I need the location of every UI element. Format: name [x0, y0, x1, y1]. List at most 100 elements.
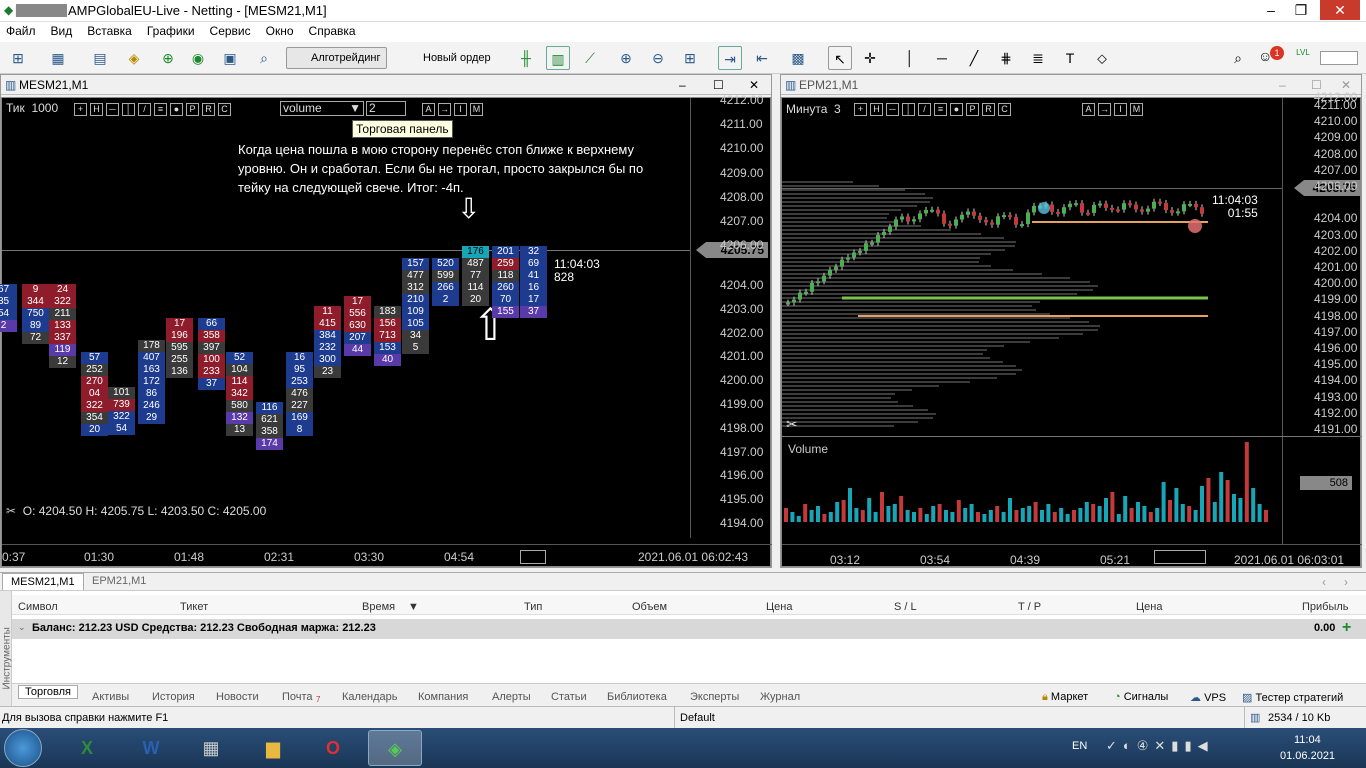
chart-shift-icon[interactable]: ⇤ — [750, 46, 774, 70]
zoom-out-icon[interactable]: ⊖ — [646, 46, 670, 70]
chart-tab-mesm21[interactable]: MESM21,M1 — [2, 573, 84, 590]
data-window-icon[interactable]: ⊕ — [156, 46, 180, 70]
left-chart-close[interactable]: ✕ — [749, 75, 759, 95]
signals-icon[interactable]: ◉ — [186, 46, 210, 70]
col-price[interactable]: Цена — [766, 601, 792, 613]
exit-marker[interactable] — [1188, 219, 1202, 233]
add-icon[interactable]: + — [1342, 619, 1351, 637]
trendline-icon[interactable]: ╱ — [962, 46, 986, 70]
menu-help[interactable]: Справка — [303, 22, 365, 38]
col-symbol[interactable]: Символ — [18, 601, 58, 613]
c-tool-icon[interactable]: C — [218, 103, 231, 116]
left-chart-canvas[interactable]: Тик 1000 + H ─ │ / ≡ ● P R C volume ▼ 2 A → I M Торго… — [1, 97, 771, 567]
right-chart-minimize[interactable]: – — [1279, 75, 1286, 95]
m-tool-icon[interactable]: M — [470, 103, 483, 116]
minimize-button[interactable]: – — [1258, 0, 1284, 20]
plus-tool-icon[interactable]: + — [74, 103, 87, 116]
horizontal-line-icon[interactable]: ─ — [930, 46, 954, 70]
cursor-icon[interactable]: ↖ — [828, 46, 852, 70]
shapes-icon[interactable]: ⬦ — [1090, 46, 1114, 70]
navigator-icon[interactable]: ◈ — [122, 46, 146, 70]
tab-company[interactable]: Компания — [418, 691, 468, 703]
right-scroll-box[interactable] — [1154, 550, 1206, 564]
tools-icon[interactable]: ✂ — [6, 504, 16, 518]
profiles-icon[interactable]: ▦ — [46, 46, 70, 70]
tab-journal[interactable]: Журнал — [760, 691, 800, 703]
menu-insert[interactable]: Вставка — [81, 22, 141, 38]
tools-icon[interactable]: ✂ — [786, 416, 798, 433]
fibo-tool-icon[interactable]: ≡ — [154, 103, 167, 116]
tray-icons[interactable]: ✓◐④✕▮▮◀ — [1106, 738, 1214, 754]
crosshair-icon[interactable]: ✛ — [858, 46, 882, 70]
left-chart-maximize[interactable]: ☐ — [713, 75, 724, 95]
market-link[interactable]: 🔒︎ Маркет — [1042, 691, 1088, 704]
right-chart-canvas[interactable]: Минута 3 + H ─ │ / ≡ ● P R C A → I M 4205.75 11:04:0… — [781, 97, 1361, 567]
clock-time[interactable]: 11:04 — [1294, 734, 1321, 746]
panel-number[interactable]: 2 — [366, 101, 406, 116]
start-button[interactable] — [4, 729, 42, 767]
panel-select[interactable]: volume ▼ — [280, 101, 364, 116]
clock-date[interactable]: 01.06.2021 — [1280, 750, 1335, 762]
bar-chart-icon[interactable]: ╫ — [514, 46, 538, 70]
algo-trading-button[interactable]: Алготрейдинг — [286, 47, 387, 69]
account-box[interactable] — [1320, 51, 1358, 65]
r-tool-icon[interactable]: R — [202, 103, 215, 116]
left-scroll-box[interactable] — [520, 550, 546, 564]
tab-trade[interactable]: Торговля — [18, 685, 78, 699]
tab-experts[interactable]: Эксперты — [690, 691, 739, 703]
a-tool-icon[interactable]: A — [422, 103, 435, 116]
excel-icon[interactable]: X — [60, 730, 114, 766]
col-time[interactable]: Время — [362, 601, 395, 613]
restore-button[interactable]: ❐ — [1288, 0, 1314, 20]
dash-tool-icon[interactable]: ─ — [106, 103, 119, 116]
indicators-icon[interactable]: ▩ — [786, 46, 810, 70]
chart-tab-epm21[interactable]: EPM21,M1 — [92, 575, 146, 587]
explorer-icon[interactable]: ▆ — [246, 730, 300, 766]
tab-assets[interactable]: Активы — [92, 691, 129, 703]
tab-history[interactable]: История — [152, 691, 195, 703]
slash-tool-icon[interactable]: / — [138, 103, 151, 116]
col-type[interactable]: Тип — [524, 601, 542, 613]
opera-icon[interactable]: O — [306, 730, 360, 766]
market-watch-icon[interactable]: ▤ — [88, 46, 112, 70]
h-tool-icon[interactable]: H — [90, 103, 103, 116]
col-price-current[interactable]: Цена — [1136, 601, 1162, 613]
line-chart-icon[interactable]: ⟋ — [578, 46, 602, 70]
terminal-icon[interactable]: ▣ — [218, 46, 242, 70]
tab-scroll-left-icon[interactable]: ‹ — [1322, 575, 1326, 589]
arrow-tool-icon[interactable]: → — [438, 103, 451, 116]
vline-tool-icon[interactable]: │ — [122, 103, 135, 116]
circle-tool-icon[interactable]: ● — [170, 103, 183, 116]
tab-articles[interactable]: Статьи — [551, 691, 587, 703]
col-volume[interactable]: Объем — [632, 601, 667, 613]
tab-scroll-right-icon[interactable]: › — [1344, 575, 1348, 589]
left-chart-minimize[interactable]: – — [679, 75, 686, 95]
col-profit[interactable]: Прибыль — [1302, 601, 1349, 613]
vps-link[interactable]: ☁ VPS — [1190, 691, 1226, 704]
tester-link[interactable]: ▨ Тестер стратегий — [1242, 691, 1343, 704]
entry-marker[interactable] — [1038, 202, 1050, 214]
menu-tools[interactable]: Сервис — [204, 22, 260, 38]
calculator-icon[interactable]: ▦ — [184, 730, 238, 766]
text-icon[interactable]: T — [1058, 46, 1082, 70]
close-button[interactable]: ✕ — [1320, 0, 1360, 20]
col-ticket[interactable]: Тикет — [180, 601, 208, 613]
tester-icon[interactable]: ⌕ — [252, 46, 276, 70]
tile-windows-icon[interactable]: ⊞ — [678, 46, 702, 70]
word-icon[interactable]: W — [124, 730, 178, 766]
new-order-button[interactable]: Новый ордер — [398, 47, 498, 69]
language-indicator[interactable]: EN — [1072, 740, 1087, 752]
menu-file[interactable]: Файл — [0, 22, 45, 38]
balance-row[interactable]: ⌄ Баланс: 212.23 USD Средства: 212.23 Св… — [12, 619, 1366, 639]
tab-library[interactable]: Библиотека — [607, 691, 667, 703]
tab-alerts[interactable]: Алерты — [492, 691, 531, 703]
channel-icon[interactable]: ⋕ — [994, 46, 1018, 70]
col-sl[interactable]: S / L — [894, 601, 917, 613]
collapse-icon[interactable]: ⌄ — [18, 622, 26, 633]
zoom-in-icon[interactable]: ⊕ — [614, 46, 638, 70]
p-tool-icon[interactable]: P — [186, 103, 199, 116]
menu-charts[interactable]: Графики — [141, 22, 204, 38]
signals-link[interactable]: ◔ Сигналы — [1114, 691, 1168, 703]
new-chart-icon[interactable]: ⊞ — [6, 46, 30, 70]
i-tool-icon[interactable]: I — [454, 103, 467, 116]
